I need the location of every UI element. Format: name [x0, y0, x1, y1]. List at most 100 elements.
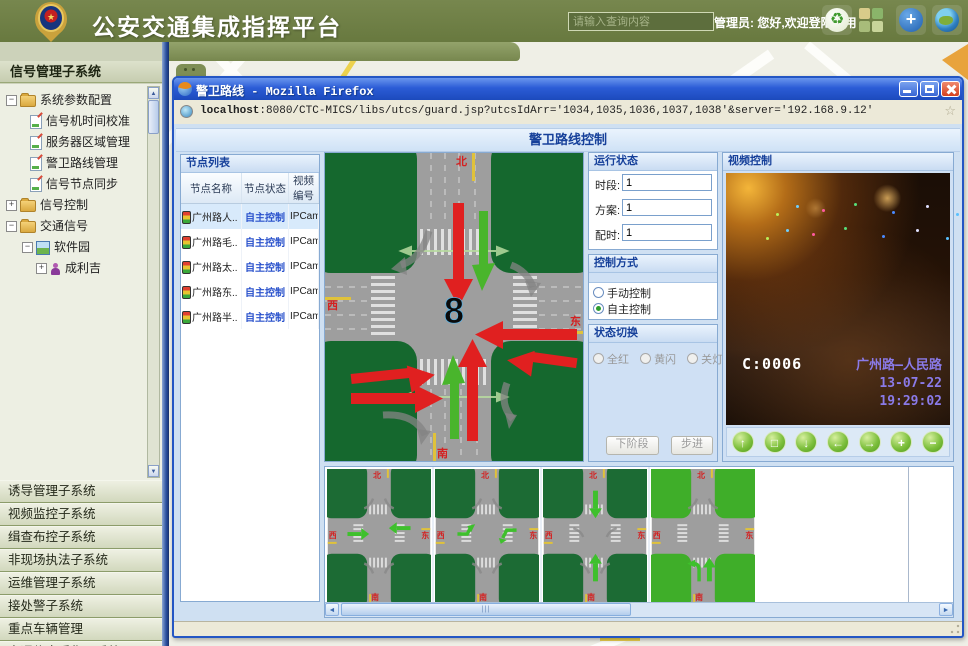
col-video-id[interactable]: 视频编号	[289, 173, 319, 204]
radio-yellow-flash[interactable]	[640, 353, 651, 364]
phase-strip-scrollbar[interactable]: ◄ ||| ►	[325, 602, 953, 617]
ptz-zoom-out-button[interactable]: −	[922, 431, 944, 453]
label-north: 北	[456, 154, 467, 168]
expand-icon[interactable]: +	[36, 263, 47, 274]
expand-icon[interactable]: +	[6, 200, 17, 211]
scroll-left-button[interactable]: ◄	[325, 603, 339, 616]
url-text[interactable]: localhost:8080/CTC-MICS/libs/utcs/guard.…	[200, 105, 873, 117]
phase-thumbnail-4[interactable]: 北南东西	[651, 469, 755, 603]
period-input[interactable]	[622, 174, 712, 191]
col-node-name[interactable]: 节点名称	[181, 173, 242, 204]
radio-lights-off[interactable]	[687, 353, 698, 364]
close-button[interactable]	[941, 81, 960, 97]
page-title: 警卫路线控制	[176, 128, 960, 152]
node-table: 节点名称 节点状态 视频编号 广州路人.. 自主控制 IPCam6 广州路毛..…	[181, 173, 319, 329]
refresh-button[interactable]: ♻	[822, 5, 852, 35]
scrollbar-thumb[interactable]: |||	[341, 603, 631, 616]
svg-text:西: 西	[329, 531, 337, 540]
yellow-flash-option[interactable]: 黄闪	[640, 354, 676, 366]
manual-control-option[interactable]: 手动控制	[593, 285, 713, 301]
ptz-stop-button[interactable]: □	[764, 431, 786, 453]
menu-item-traffic-collection[interactable]: 交通信息采集子系统	[0, 641, 162, 646]
tree-item-software-park[interactable]: −软件园	[6, 237, 162, 258]
lights-off-option[interactable]: 关灯	[687, 354, 723, 366]
radio-all-red[interactable]	[593, 353, 604, 364]
tree-scrollbar[interactable]: ▲ ▼	[147, 86, 160, 478]
minimize-button[interactable]	[899, 81, 918, 97]
svg-text:西: 西	[437, 531, 445, 540]
auto-control-option[interactable]: 自主控制	[593, 301, 713, 317]
ptz-left-button[interactable]: ←	[827, 431, 849, 453]
add-button[interactable]: +	[896, 5, 926, 35]
svg-text:东: 东	[529, 530, 537, 540]
phase-thumbnail-3[interactable]: 北南东西	[543, 469, 647, 603]
tree-item-time-calibration[interactable]: 信号机时间校准	[6, 111, 162, 132]
menu-item-police-dispatch[interactable]: 接处警子系统	[0, 595, 162, 618]
col-node-status[interactable]: 节点状态	[242, 173, 289, 204]
ptz-right-button[interactable]: →	[859, 431, 881, 453]
svg-text:南: 南	[371, 592, 379, 602]
search-input[interactable]	[568, 12, 714, 31]
folder-icon	[20, 95, 36, 107]
signal-tree: −系统参数配置 信号机时间校准 服务器区域管理 警卫路线管理 信号节点同步 +信…	[0, 84, 162, 480]
field-label: 方案:	[595, 202, 620, 218]
tree-item-chengliji[interactable]: +成利吉	[6, 258, 162, 279]
window-titlebar[interactable]: 警卫路线 - Mozilla Firefox	[174, 78, 962, 100]
sidebar-splitter[interactable]	[162, 42, 169, 646]
thumb-divider	[540, 467, 542, 603]
table-row[interactable]: 广州路东.. 自主控制 IPCam9	[181, 279, 319, 304]
tree-item-system-params[interactable]: −系统参数配置	[6, 90, 162, 111]
radio-auto[interactable]	[593, 303, 604, 314]
all-red-option[interactable]: 全红	[593, 354, 629, 366]
resize-grip[interactable]	[950, 624, 960, 634]
tree-item-traffic-signal[interactable]: −交通信号	[6, 216, 162, 237]
map-tiles-button[interactable]	[856, 5, 886, 35]
table-row[interactable]: 广州路太.. 自主控制 IPCam8	[181, 254, 319, 279]
thumb-divider	[432, 467, 434, 603]
page-content: 警卫路线控制 节点列表 节点名称 节点状态 视频编号 广州路人.. 自主控制 I…	[174, 124, 962, 636]
collapse-icon[interactable]: −	[6, 221, 17, 232]
camera-id-overlay: C:0006	[742, 355, 802, 373]
menu-item-investigation[interactable]: 缉查布控子系统	[0, 526, 162, 549]
ptz-up-button[interactable]: ↑	[732, 431, 754, 453]
step-button[interactable]: 步进	[671, 436, 713, 455]
table-row[interactable]: 广州路半.. 自主控制 IPCam10	[181, 304, 319, 329]
menu-item-key-vehicles[interactable]: 重点车辆管理	[0, 618, 162, 641]
menu-item-guidance[interactable]: 诱导管理子系统	[0, 480, 162, 503]
timing-input[interactable]	[622, 224, 712, 241]
url-bar[interactable]: localhost:8080/CTC-MICS/libs/utcs/guard.…	[174, 100, 962, 125]
maximize-button[interactable]	[920, 81, 939, 97]
phase-thumbnail-1[interactable]: 北南东西	[327, 469, 431, 603]
scrollbar-thumb[interactable]	[148, 100, 159, 134]
next-stage-button[interactable]: 下阶段	[606, 436, 659, 455]
node-list-title: 节点列表	[181, 155, 319, 173]
table-row[interactable]: 广州路毛.. 自主控制 IPCam7	[181, 229, 319, 254]
sidebar: 信号管理子系统 −系统参数配置 信号机时间校准 服务器区域管理 警卫路线管理 信…	[0, 42, 162, 646]
field-label: 时段:	[595, 177, 620, 193]
page-icon	[30, 178, 42, 192]
plan-input[interactable]	[622, 199, 712, 216]
street-lights	[786, 229, 789, 232]
collapse-icon[interactable]: −	[6, 95, 17, 106]
table-row[interactable]: 广州路人.. 自主控制 IPCam6	[181, 204, 319, 230]
collapse-icon[interactable]: −	[22, 242, 33, 253]
tree-item-signal-control[interactable]: +信号控制	[6, 195, 162, 216]
ptz-zoom-in-button[interactable]: +	[890, 431, 912, 453]
tree-item-guard-route[interactable]: 警卫路线管理	[6, 153, 162, 174]
menu-item-video-surveillance[interactable]: 视频监控子系统	[0, 503, 162, 526]
svg-text:南: 南	[587, 592, 595, 602]
globe-button[interactable]	[932, 5, 962, 35]
tree-item-node-sync[interactable]: 信号节点同步	[6, 174, 162, 195]
bookmark-star-icon[interactable]: ☆	[944, 103, 956, 119]
menu-item-offsite-enforcement[interactable]: 非现场执法子系统	[0, 549, 162, 572]
scroll-down-button[interactable]: ▼	[148, 465, 159, 477]
radio-manual[interactable]	[593, 287, 604, 298]
scroll-up-button[interactable]: ▲	[148, 87, 159, 99]
scroll-right-button[interactable]: ►	[939, 603, 953, 616]
tree-item-server-region[interactable]: 服务器区域管理	[6, 132, 162, 153]
phase-thumbnail-2[interactable]: 北南东西	[435, 469, 539, 603]
control-mode-title: 控制方式	[589, 255, 717, 273]
menu-item-operations[interactable]: 运维管理子系统	[0, 572, 162, 595]
site-icon	[180, 105, 193, 118]
ptz-down-button[interactable]: ↓	[795, 431, 817, 453]
